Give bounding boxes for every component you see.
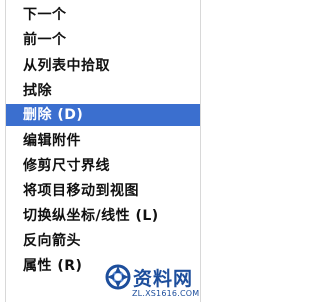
menu-item-previous[interactable]: 前一个 (6, 29, 200, 51)
watermark: 资料网 ZL.XS1616.COM (105, 262, 203, 302)
menu-item-erase[interactable]: 拭除 (6, 80, 200, 102)
menu-item-toggle-ordinate-linear[interactable]: 切换纵坐标/线性 (L) (6, 205, 200, 227)
menu-item-trim-witness-lines[interactable]: 修剪尺寸界线 (6, 155, 200, 177)
watermark-logo-icon (105, 264, 131, 290)
menu-item-edit-attachment[interactable]: 编辑附件 (6, 130, 200, 152)
watermark-url: ZL.XS1616.COM (132, 289, 200, 298)
menu-item-flip-arrow[interactable]: 反向箭头 (6, 230, 200, 252)
menu-item-delete[interactable]: 删除 (D) (6, 104, 200, 126)
context-menu: 下一个 前一个 从列表中拾取 拭除 删除 (D) 编辑附件 修剪尺寸界线 将项目… (5, 0, 201, 302)
menu-item-pick-from-list[interactable]: 从列表中拾取 (6, 55, 200, 77)
menu-item-move-item-to-view[interactable]: 将项目移动到视图 (6, 180, 200, 202)
menu-item-next[interactable]: 下一个 (6, 4, 200, 26)
watermark-title: 资料网 (133, 268, 194, 290)
